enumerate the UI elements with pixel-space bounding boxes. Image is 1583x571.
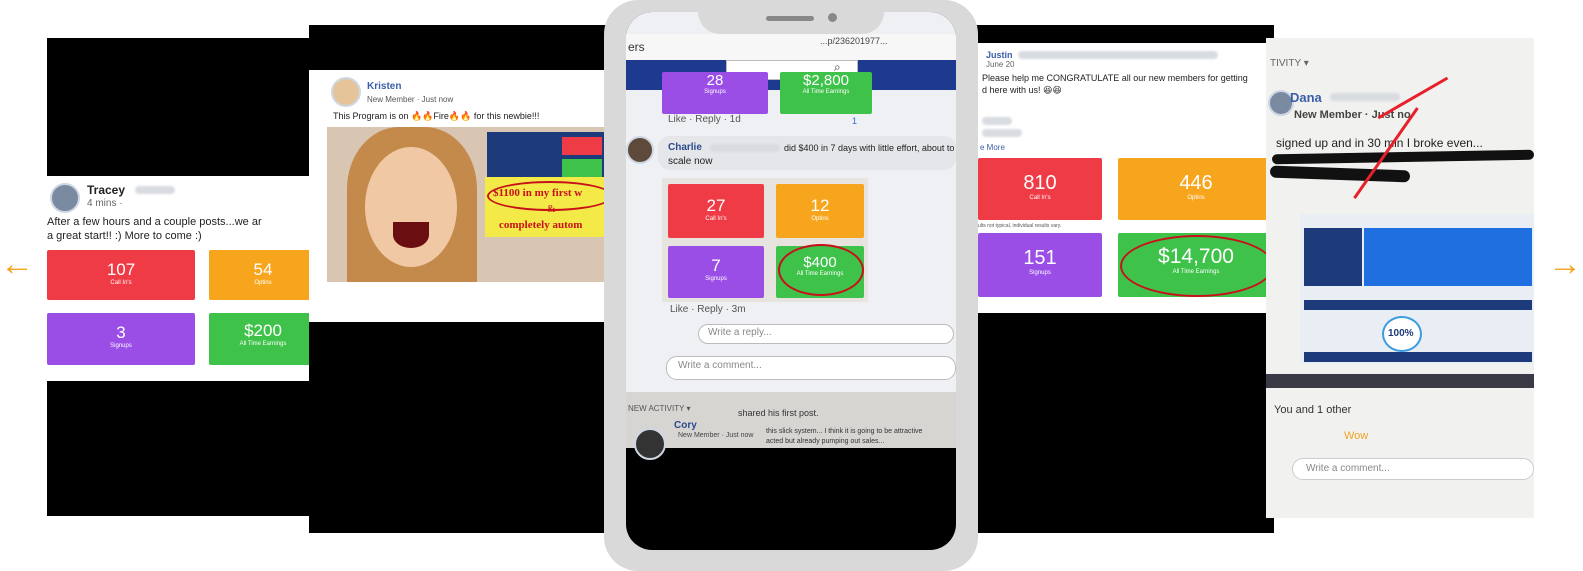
taskbar [1266,374,1534,388]
testimonial-card-kristen[interactable]: Kristen New Member · Just now This Progr… [309,25,609,533]
sign-line3: completely autom [499,219,583,231]
activity-post-text-line2: acted but already pumping out sales... [766,438,885,445]
wow-reaction[interactable]: Wow [1344,430,1368,442]
post-date: June 20 [986,60,1015,69]
stat-tile-earnings-top: $2,800 All Time Earnings [780,72,872,114]
stat-tile-optins: 54 Optins [209,250,317,300]
scribble-redaction [1271,149,1534,165]
new-activity-header: NEW ACTIVITY ▾ [628,404,691,413]
commenter-avatar [626,136,654,164]
post-time: 4 mins · [87,198,123,209]
activity-post-text: this slick system... I think it is going… [766,428,923,435]
post-text-line2: a great start!! :) More to come :) [47,230,202,242]
blurred-tag [982,129,1022,137]
blurred-names [1018,51,1218,59]
poster-meta: New Member · Just now [678,432,754,439]
like-reply-meta[interactable]: Like · Reply · 1d [668,114,741,125]
comment-text: did $400 in 7 days with little effort, a… [784,143,955,153]
stat-tile-signups-top: 28 Signups [662,72,768,114]
stat-tile-optins: 446 Optins [1118,158,1274,220]
embedded-screenshot: 100% [1300,214,1534,364]
testimonial-card-dana[interactable]: TIVITY ▾ Dana New Member · Just no signe… [1266,38,1534,518]
avatar [634,428,666,460]
commenter-name: Charlie [668,142,702,153]
blurred-surname [135,186,175,194]
disclaimer-text: ults not typical, individual results var… [978,223,1062,229]
stat-tile-optins: 12 Optins [776,184,864,238]
post-text: Please help me CONGRATULATE all our new … [982,73,1248,83]
blurred-tag [982,117,1012,125]
post-photo: $1100 in my first w & completely autom [327,127,609,282]
stat-tile-signups: 7 Signups [668,246,764,298]
testimonial-card-justin[interactable]: Justin June 20 Please help me CONGRATULA… [970,25,1274,533]
previous-arrow-icon[interactable]: ← [0,247,34,281]
comment-text-line2: scale now [668,156,713,167]
progress-percent: 100% [1388,328,1414,339]
poster-name: Justin [986,50,1013,60]
avatar [331,77,361,107]
post-text: signed up and in 30 min I broke even... [1276,136,1483,150]
stat-tile-callins: 107 Call In's [47,250,195,300]
post-text: After a few hours and a couple posts...w… [47,216,262,228]
next-arrow-icon[interactable]: → [1548,247,1582,281]
highlight-circle [1120,235,1274,297]
blurred-surname [1330,93,1400,101]
poster-name: Kristen [367,81,402,92]
url-tail: ...p/236201977... [820,36,888,46]
testimonial-card-tracey[interactable]: Tracey 4 mins · After a few hours and a … [47,38,317,516]
like-reply-meta[interactable]: Like · Reply · 3m [670,304,746,315]
reply-placeholder: Write a reply... [708,327,772,338]
phone-screen[interactable]: ers ...p/236201977... ⌕ 28 Signups $2,80… [626,12,956,550]
stat-tile-callins: 27 Call In's [668,184,764,238]
stat-tile-earnings: $200 All Time Earnings [209,313,317,365]
reactions-summary: You and 1 other [1274,404,1352,416]
address-bar[interactable] [626,34,956,60]
highlight-circle [487,181,609,211]
speaker-grille [766,16,814,21]
avatar [50,183,80,213]
activity-text: shared his first post. [738,408,819,418]
poster-name: Cory [674,420,697,431]
like-count-badge: 1 [852,116,858,126]
stat-tile-signups: 3 Signups [47,313,195,365]
highlight-circle [778,244,864,296]
post-text: This Program is on 🔥🔥Fire🔥🔥 for this new… [333,111,540,121]
post-text-line2: d here with us! 😆😆 [982,85,1062,95]
stat-tile-callins: 810 Call In's [978,158,1102,220]
activity-header: TIVITY ▾ [1270,58,1309,69]
comment-placeholder: Write a comment... [1306,463,1390,474]
url-fragment: ers [628,40,645,54]
poster-meta: New Member · Just now [367,95,454,104]
poster-name: Tracey [87,183,126,197]
comment-placeholder: Write a comment... [678,360,762,371]
blurred-surname [710,144,780,152]
see-more-link[interactable]: e More [980,143,1005,152]
camera-icon [828,13,837,22]
scribble-redaction [1269,165,1411,183]
phone-frame: ers ...p/236201977... ⌕ 28 Signups $2,80… [604,0,978,571]
stat-tile-signups: 151 Signups [978,233,1102,297]
poster-name: Dana [1290,90,1322,105]
